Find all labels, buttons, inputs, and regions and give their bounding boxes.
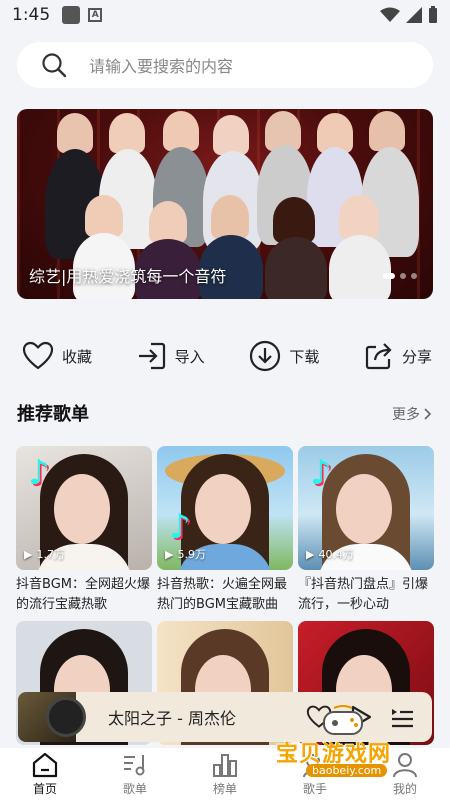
nav-playlist[interactable]: 歌单 bbox=[100, 748, 170, 800]
play-count: ▶ 40.4万 bbox=[306, 546, 354, 562]
status-bar: 1:45 A bbox=[0, 0, 450, 30]
heart-icon bbox=[22, 341, 54, 370]
wifi-icon bbox=[380, 7, 400, 22]
play-count-value: 5.9万 bbox=[177, 548, 206, 561]
playlist-title: 抖音热歌：火遍全网最热门的BGM宝藏歌曲 bbox=[157, 577, 288, 612]
playlist-card[interactable]: ♪ ▶ 40.4万 『抖音热门盘点』引爆流行，一秒心动 bbox=[298, 446, 434, 615]
search-bar[interactable]: 请输入要搜索的内容 bbox=[17, 42, 433, 88]
nav-singers-label: 歌手 bbox=[302, 781, 327, 796]
notification-icon bbox=[62, 6, 81, 24]
playlist-title: 抖音BGM：全网超火爆的流行宝藏热歌 bbox=[16, 577, 150, 612]
nav-playlist-label: 歌单 bbox=[122, 781, 147, 796]
playlist-card[interactable]: ♪ ▶ 5.9万 抖音热歌：火遍全网最热门的BGM宝藏歌曲 bbox=[157, 446, 293, 615]
share-button[interactable]: 分享 bbox=[364, 341, 432, 371]
favorite-label: 收藏 bbox=[62, 347, 93, 366]
nav-charts-label: 榜单 bbox=[212, 781, 237, 796]
battery-icon bbox=[429, 6, 437, 23]
import-icon bbox=[138, 342, 165, 370]
download-button[interactable]: 下载 bbox=[249, 340, 319, 372]
download-icon bbox=[250, 340, 281, 372]
search-placeholder: 请输入要搜索的内容 bbox=[89, 57, 234, 76]
playlist-cover: ♪ ▶ 5.9万 bbox=[157, 446, 293, 570]
play-count: ▶ 1.7万 bbox=[24, 546, 65, 562]
play-count-value: 40.4万 bbox=[318, 548, 354, 561]
nav-profile-label: 我的 bbox=[392, 781, 417, 796]
search-icon bbox=[42, 53, 67, 78]
chevron-right-icon bbox=[424, 408, 432, 420]
quick-actions: 收藏 导入 下载 分享 bbox=[22, 336, 432, 376]
playlist-cover: ♪ ▶ 40.4万 bbox=[298, 446, 434, 570]
tiktok-logo-icon: ♪ bbox=[28, 453, 50, 493]
play-count-value: 1.7万 bbox=[36, 548, 65, 561]
music-note-icon bbox=[124, 754, 145, 775]
album-art bbox=[18, 692, 86, 742]
banner-carousel[interactable]: 综艺|用热爱浇筑每一个音符 bbox=[17, 109, 433, 299]
nav-charts[interactable]: 榜单 bbox=[190, 748, 260, 800]
tiktok-logo-icon: ♪ bbox=[169, 507, 191, 547]
signal-icon bbox=[406, 7, 422, 23]
watermark-url: baobeiy.com bbox=[306, 764, 388, 777]
play-count: ▶ 5.9万 bbox=[165, 546, 206, 562]
banner-caption: 综艺|用热爱浇筑每一个音符 bbox=[29, 267, 227, 286]
more-label: 更多 bbox=[392, 407, 420, 423]
download-label: 下载 bbox=[289, 347, 320, 366]
import-button[interactable]: 导入 bbox=[137, 341, 205, 371]
import-label: 导入 bbox=[174, 347, 205, 366]
play-triangle-icon: ▶ bbox=[306, 547, 315, 561]
playlist-title: 『抖音热门盘点』引爆流行，一秒心动 bbox=[298, 577, 429, 612]
section-title: 推荐歌单 bbox=[17, 404, 89, 425]
vinyl-disc-icon bbox=[46, 697, 86, 737]
app-notification-icon: A bbox=[88, 8, 103, 22]
tiktok-logo-icon: ♪ bbox=[310, 453, 332, 493]
playlist-cover: ♪ ▶ 1.7万 bbox=[16, 446, 152, 570]
share-label: 分享 bbox=[401, 347, 432, 366]
home-icon bbox=[32, 752, 58, 777]
chart-icon bbox=[213, 753, 237, 777]
favorite-button[interactable]: 收藏 bbox=[22, 341, 92, 371]
play-triangle-icon: ▶ bbox=[24, 547, 33, 561]
site-watermark: 宝贝游戏网 baobeiy.com bbox=[276, 700, 426, 780]
gamepad-icon bbox=[323, 705, 363, 735]
nav-home-label: 首页 bbox=[32, 781, 57, 796]
nav-home[interactable]: 首页 bbox=[10, 748, 80, 800]
status-time: 1:45 bbox=[12, 5, 51, 25]
more-link[interactable]: 更多 bbox=[392, 404, 432, 424]
playlist-card[interactable]: ♪ ▶ 1.7万 抖音BGM：全网超火爆的流行宝藏热歌 bbox=[16, 446, 152, 615]
play-triangle-icon: ▶ bbox=[165, 547, 174, 561]
share-icon bbox=[365, 343, 392, 370]
carousel-indicator bbox=[383, 273, 417, 279]
